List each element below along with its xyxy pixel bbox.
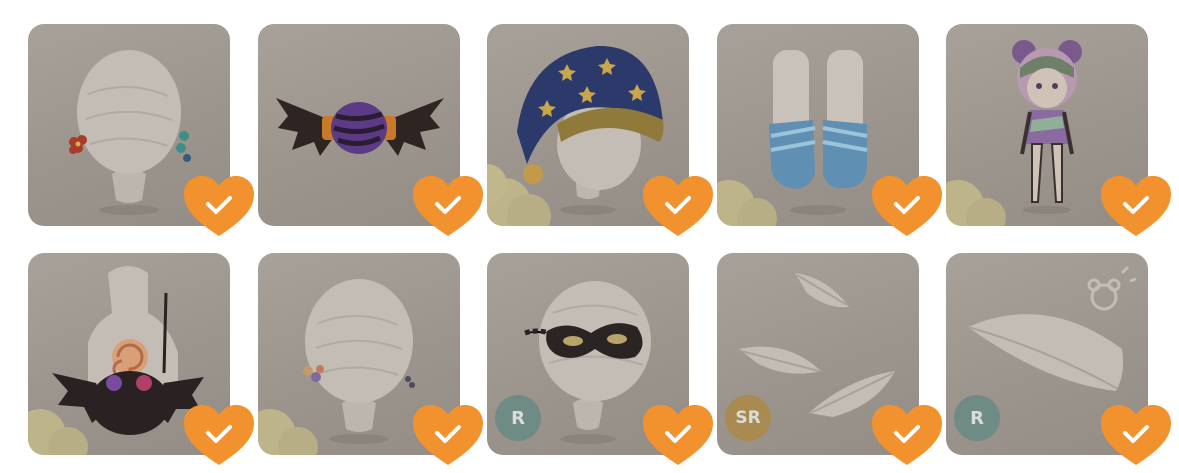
owned-heart-check-icon[interactable] <box>643 176 713 238</box>
rarity-badge: R <box>954 395 1000 441</box>
owned-heart-check-icon[interactable] <box>1101 405 1171 467</box>
owned-heart-check-icon[interactable] <box>872 176 942 238</box>
owned-heart-check-icon[interactable] <box>643 405 713 467</box>
owned-heart-check-icon[interactable] <box>1101 176 1171 238</box>
owned-heart-check-icon[interactable] <box>413 176 483 238</box>
owned-heart-check-icon[interactable] <box>413 405 483 467</box>
owned-heart-check-icon[interactable] <box>184 176 254 238</box>
item-collection-grid: R SR R <box>0 0 1179 473</box>
rarity-badge: R <box>495 395 541 441</box>
owned-heart-check-icon[interactable] <box>872 405 942 467</box>
bear-icon <box>1087 265 1137 311</box>
rarity-badge: SR <box>725 395 771 441</box>
owned-heart-check-icon[interactable] <box>184 405 254 467</box>
